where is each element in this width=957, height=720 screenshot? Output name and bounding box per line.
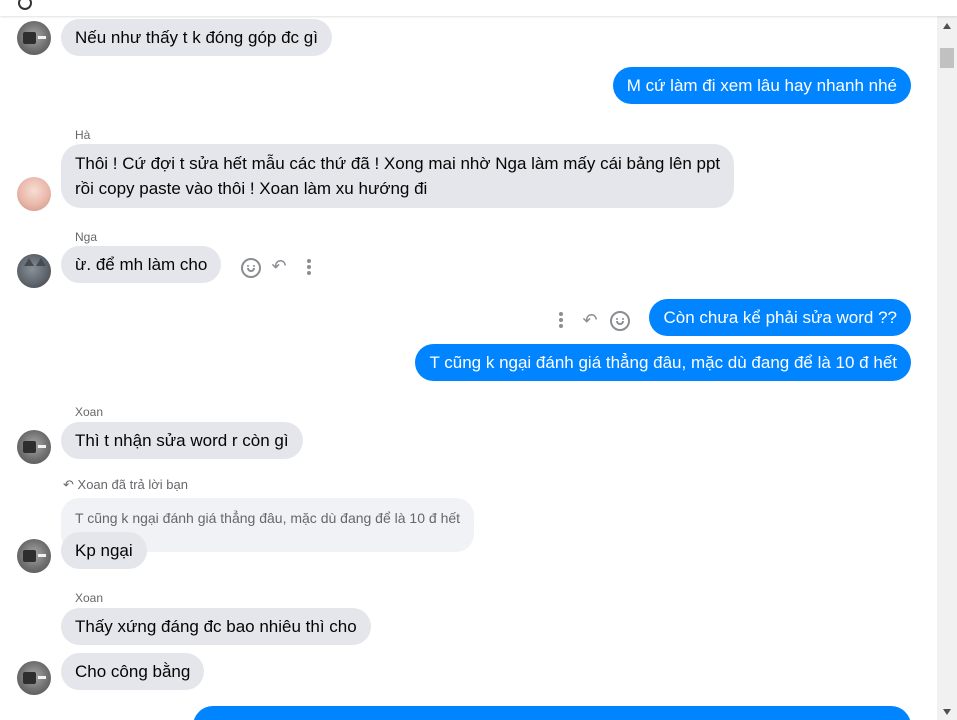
top-bar-icon [18, 0, 32, 10]
message-bubble[interactable]: Thấy xứng đáng đc bao nhiêu thì cho [61, 608, 371, 645]
reply-icon[interactable]: ↶ [268, 256, 290, 276]
message-line: rồi copy paste vào thôi ! Xoan làm xu hư… [75, 179, 428, 198]
scroll-up-arrow-icon[interactable] [943, 23, 951, 29]
more-icon[interactable] [307, 259, 311, 263]
message-bubble[interactable]: Cho công bằng [61, 653, 205, 690]
message-bubble[interactable]: Kp ngại [61, 532, 147, 569]
avatar[interactable] [17, 254, 51, 288]
more-icon[interactable] [559, 312, 563, 316]
reply-icon[interactable]: ↶ [579, 310, 601, 330]
message-bubble[interactable]: Còn chưa kể phải sửa word ?? [649, 299, 911, 336]
scroll-thumb[interactable] [940, 48, 954, 68]
message-bubble[interactable]: Thôi ! Cứ đợi t sửa hết mẫu các thứ đã !… [61, 144, 735, 208]
avatar[interactable] [17, 177, 51, 211]
reply-note-text: Xoan đã trả lời bạn [77, 477, 188, 492]
scroll-down-arrow-icon[interactable] [943, 709, 951, 715]
sender-name: Hà [75, 128, 91, 142]
message-bubble[interactable]: Nếu như thấy t k đóng góp đc gì [61, 19, 332, 56]
message-bubble-partial[interactable] [193, 706, 911, 720]
message-bubble[interactable]: ừ. để mh làm cho [61, 246, 222, 283]
sender-name: Xoan [75, 591, 104, 605]
message-bubble[interactable]: Thì t nhận sửa word r còn gì [61, 422, 303, 459]
sender-name: Nga [75, 230, 98, 244]
message-bubble[interactable]: T cũng k ngại đánh giá thẳng đâu, mặc dù… [415, 344, 911, 381]
smile-icon[interactable] [241, 258, 261, 278]
scrollbar[interactable] [937, 16, 957, 720]
avatar[interactable] [17, 21, 51, 55]
message-bubble[interactable]: M cứ làm đi xem lâu hay nhanh nhé [612, 67, 911, 104]
reply-note: ↶ Xoan đã trả lời bạn [63, 477, 188, 493]
avatar[interactable] [17, 661, 51, 695]
top-bar [0, 0, 957, 16]
avatar[interactable] [17, 539, 51, 573]
sender-name: Xoan [75, 405, 104, 419]
avatar[interactable] [17, 430, 51, 464]
message-line: Thôi ! Cứ đợi t sửa hết mẫu các thứ đã !… [75, 154, 721, 173]
message-list: Nếu như thấy t k đóng góp đc gì M cứ làm… [8, 16, 933, 720]
reply-arrow-icon: ↶ [63, 477, 74, 492]
smile-icon[interactable] [610, 311, 630, 331]
